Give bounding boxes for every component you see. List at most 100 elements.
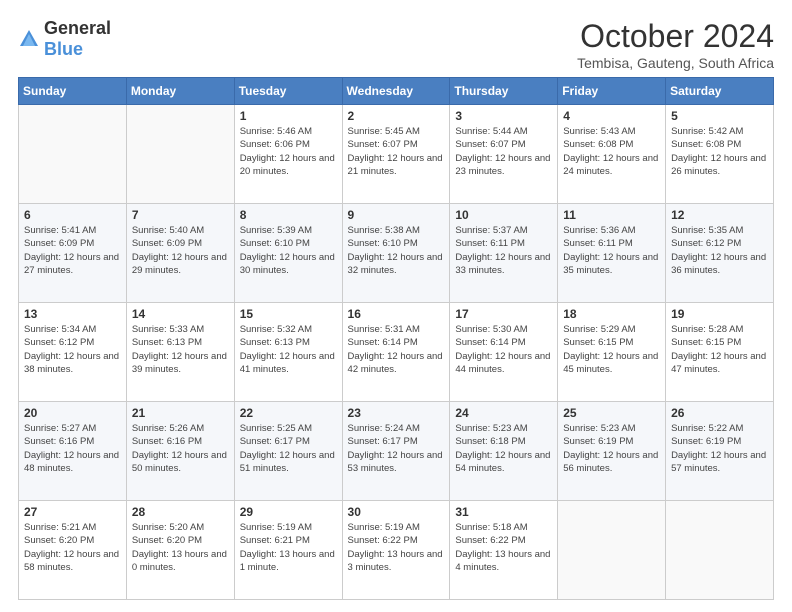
col-friday: Friday xyxy=(558,78,666,105)
calendar-week-row: 13Sunrise: 5:34 AMSunset: 6:12 PMDayligh… xyxy=(19,303,774,402)
day-info: Sunrise: 5:26 AMSunset: 6:16 PMDaylight:… xyxy=(132,422,229,475)
logo-icon xyxy=(18,28,40,50)
table-row: 7Sunrise: 5:40 AMSunset: 6:09 PMDaylight… xyxy=(126,204,234,303)
calendar-week-row: 1 Sunrise: 5:46 AMSunset: 6:06 PMDaylight… xyxy=(19,105,774,204)
table-row: 26 Sunrise: 5:22 AMSunset: 6:19 PMDayligh… xyxy=(666,402,774,501)
table-row: 12 Sunrise: 5:35 AMSunset: 6:12 PMDayligh… xyxy=(666,204,774,303)
day-info: Sunrise: 5:23 AMSunset: 6:18 PMDaylight:… xyxy=(455,422,552,475)
day-number: 7 xyxy=(132,208,229,222)
day-number: 22 xyxy=(240,406,337,420)
day-info: Sunrise: 5:35 AMSunset: 6:12 PMDaylight:… xyxy=(671,224,768,277)
day-info: Sunrise: 5:29 AMSunset: 6:15 PMDaylight:… xyxy=(563,323,660,376)
table-row: 31Sunrise: 5:18 AMSunset: 6:22 PMDayligh… xyxy=(450,501,558,600)
table-row: 28 Sunrise: 5:20 AMSunset: 6:20 PMDayligh… xyxy=(126,501,234,600)
table-row: 20 Sunrise: 5:27 AMSunset: 6:16 PMDayligh… xyxy=(19,402,127,501)
table-row: 10 Sunrise: 5:37 AMSunset: 6:11 PMDayligh… xyxy=(450,204,558,303)
day-info: Sunrise: 5:28 AMSunset: 6:15 PMDaylight:… xyxy=(671,323,768,376)
table-row: 19 Sunrise: 5:28 AMSunset: 6:15 PMDayligh… xyxy=(666,303,774,402)
day-info: Sunrise: 5:21 AMSunset: 6:20 PMDaylight:… xyxy=(24,521,121,574)
table-row: 11Sunrise: 5:36 AMSunset: 6:11 PMDayligh… xyxy=(558,204,666,303)
table-row: 4 Sunrise: 5:43 AMSunset: 6:08 PMDaylight… xyxy=(558,105,666,204)
day-number: 3 xyxy=(455,109,552,123)
table-row: 5 Sunrise: 5:42 AMSunset: 6:08 PMDaylight… xyxy=(666,105,774,204)
day-number: 14 xyxy=(132,307,229,321)
table-row: 27 Sunrise: 5:21 AMSunset: 6:20 PMDayligh… xyxy=(19,501,127,600)
day-info: Sunrise: 5:33 AMSunset: 6:13 PMDaylight:… xyxy=(132,323,229,376)
table-row xyxy=(126,105,234,204)
day-info: Sunrise: 5:44 AMSunset: 6:07 PMDaylight:… xyxy=(455,125,552,178)
day-number: 18 xyxy=(563,307,660,321)
day-number: 8 xyxy=(240,208,337,222)
day-info: Sunrise: 5:24 AMSunset: 6:17 PMDaylight:… xyxy=(348,422,445,475)
table-row: 9Sunrise: 5:38 AMSunset: 6:10 PMDaylight… xyxy=(342,204,450,303)
table-row: 15 Sunrise: 5:32 AMSunset: 6:13 PMDayligh… xyxy=(234,303,342,402)
table-row xyxy=(666,501,774,600)
day-number: 2 xyxy=(348,109,445,123)
day-info: Sunrise: 5:38 AMSunset: 6:10 PMDaylight:… xyxy=(348,224,445,277)
table-row xyxy=(558,501,666,600)
month-title: October 2024 xyxy=(577,18,774,55)
day-info: Sunrise: 5:37 AMSunset: 6:11 PMDaylight:… xyxy=(455,224,552,277)
day-info: Sunrise: 5:41 AMSunset: 6:09 PMDaylight:… xyxy=(24,224,121,277)
day-number: 12 xyxy=(671,208,768,222)
table-row: 1 Sunrise: 5:46 AMSunset: 6:06 PMDaylight… xyxy=(234,105,342,204)
day-info: Sunrise: 5:23 AMSunset: 6:19 PMDaylight:… xyxy=(563,422,660,475)
table-row: 2 Sunrise: 5:45 AMSunset: 6:07 PMDaylight… xyxy=(342,105,450,204)
col-sunday: Sunday xyxy=(19,78,127,105)
col-tuesday: Tuesday xyxy=(234,78,342,105)
table-row xyxy=(19,105,127,204)
calendar-week-row: 27 Sunrise: 5:21 AMSunset: 6:20 PMDayligh… xyxy=(19,501,774,600)
table-row: 30 Sunrise: 5:19 AMSunset: 6:22 PMDayligh… xyxy=(342,501,450,600)
col-wednesday: Wednesday xyxy=(342,78,450,105)
day-info: Sunrise: 5:43 AMSunset: 6:08 PMDaylight:… xyxy=(563,125,660,178)
day-info: Sunrise: 5:30 AMSunset: 6:14 PMDaylight:… xyxy=(455,323,552,376)
day-info: Sunrise: 5:19 AMSunset: 6:22 PMDaylight:… xyxy=(348,521,445,574)
day-number: 28 xyxy=(132,505,229,519)
table-row: 23 Sunrise: 5:24 AMSunset: 6:17 PMDayligh… xyxy=(342,402,450,501)
page: General Blue October 2024 Tembisa, Gaute… xyxy=(0,0,792,612)
day-number: 30 xyxy=(348,505,445,519)
table-row: 14 Sunrise: 5:33 AMSunset: 6:13 PMDayligh… xyxy=(126,303,234,402)
day-number: 5 xyxy=(671,109,768,123)
day-number: 20 xyxy=(24,406,121,420)
logo-blue: Blue xyxy=(44,39,83,59)
table-row: 21 Sunrise: 5:26 AMSunset: 6:16 PMDayligh… xyxy=(126,402,234,501)
table-row: 25Sunrise: 5:23 AMSunset: 6:19 PMDayligh… xyxy=(558,402,666,501)
day-number: 27 xyxy=(24,505,121,519)
calendar-week-row: 20 Sunrise: 5:27 AMSunset: 6:16 PMDayligh… xyxy=(19,402,774,501)
table-row: 3 Sunrise: 5:44 AMSunset: 6:07 PMDaylight… xyxy=(450,105,558,204)
col-monday: Monday xyxy=(126,78,234,105)
day-info: Sunrise: 5:20 AMSunset: 6:20 PMDaylight:… xyxy=(132,521,229,574)
table-row: 17 Sunrise: 5:30 AMSunset: 6:14 PMDayligh… xyxy=(450,303,558,402)
day-number: 6 xyxy=(24,208,121,222)
day-info: Sunrise: 5:36 AMSunset: 6:11 PMDaylight:… xyxy=(563,224,660,277)
day-number: 19 xyxy=(671,307,768,321)
day-info: Sunrise: 5:19 AMSunset: 6:21 PMDaylight:… xyxy=(240,521,337,574)
col-saturday: Saturday xyxy=(666,78,774,105)
table-row: 8Sunrise: 5:39 AMSunset: 6:10 PMDaylight… xyxy=(234,204,342,303)
day-info: Sunrise: 5:22 AMSunset: 6:19 PMDaylight:… xyxy=(671,422,768,475)
day-number: 26 xyxy=(671,406,768,420)
day-info: Sunrise: 5:42 AMSunset: 6:08 PMDaylight:… xyxy=(671,125,768,178)
day-number: 21 xyxy=(132,406,229,420)
logo-general: General xyxy=(44,18,111,38)
day-number: 1 xyxy=(240,109,337,123)
day-info: Sunrise: 5:45 AMSunset: 6:07 PMDaylight:… xyxy=(348,125,445,178)
day-info: Sunrise: 5:46 AMSunset: 6:06 PMDaylight:… xyxy=(240,125,337,178)
day-number: 10 xyxy=(455,208,552,222)
day-number: 23 xyxy=(348,406,445,420)
day-number: 15 xyxy=(240,307,337,321)
logo-text: General Blue xyxy=(44,18,111,60)
table-row: 16Sunrise: 5:31 AMSunset: 6:14 PMDayligh… xyxy=(342,303,450,402)
day-number: 13 xyxy=(24,307,121,321)
calendar-week-row: 6 Sunrise: 5:41 AMSunset: 6:09 PMDaylight… xyxy=(19,204,774,303)
table-row: 29Sunrise: 5:19 AMSunset: 6:21 PMDayligh… xyxy=(234,501,342,600)
table-row: 24Sunrise: 5:23 AMSunset: 6:18 PMDayligh… xyxy=(450,402,558,501)
day-info: Sunrise: 5:27 AMSunset: 6:16 PMDaylight:… xyxy=(24,422,121,475)
day-number: 4 xyxy=(563,109,660,123)
day-number: 17 xyxy=(455,307,552,321)
day-info: Sunrise: 5:32 AMSunset: 6:13 PMDaylight:… xyxy=(240,323,337,376)
header: General Blue October 2024 Tembisa, Gaute… xyxy=(18,18,774,71)
day-number: 31 xyxy=(455,505,552,519)
day-number: 16 xyxy=(348,307,445,321)
